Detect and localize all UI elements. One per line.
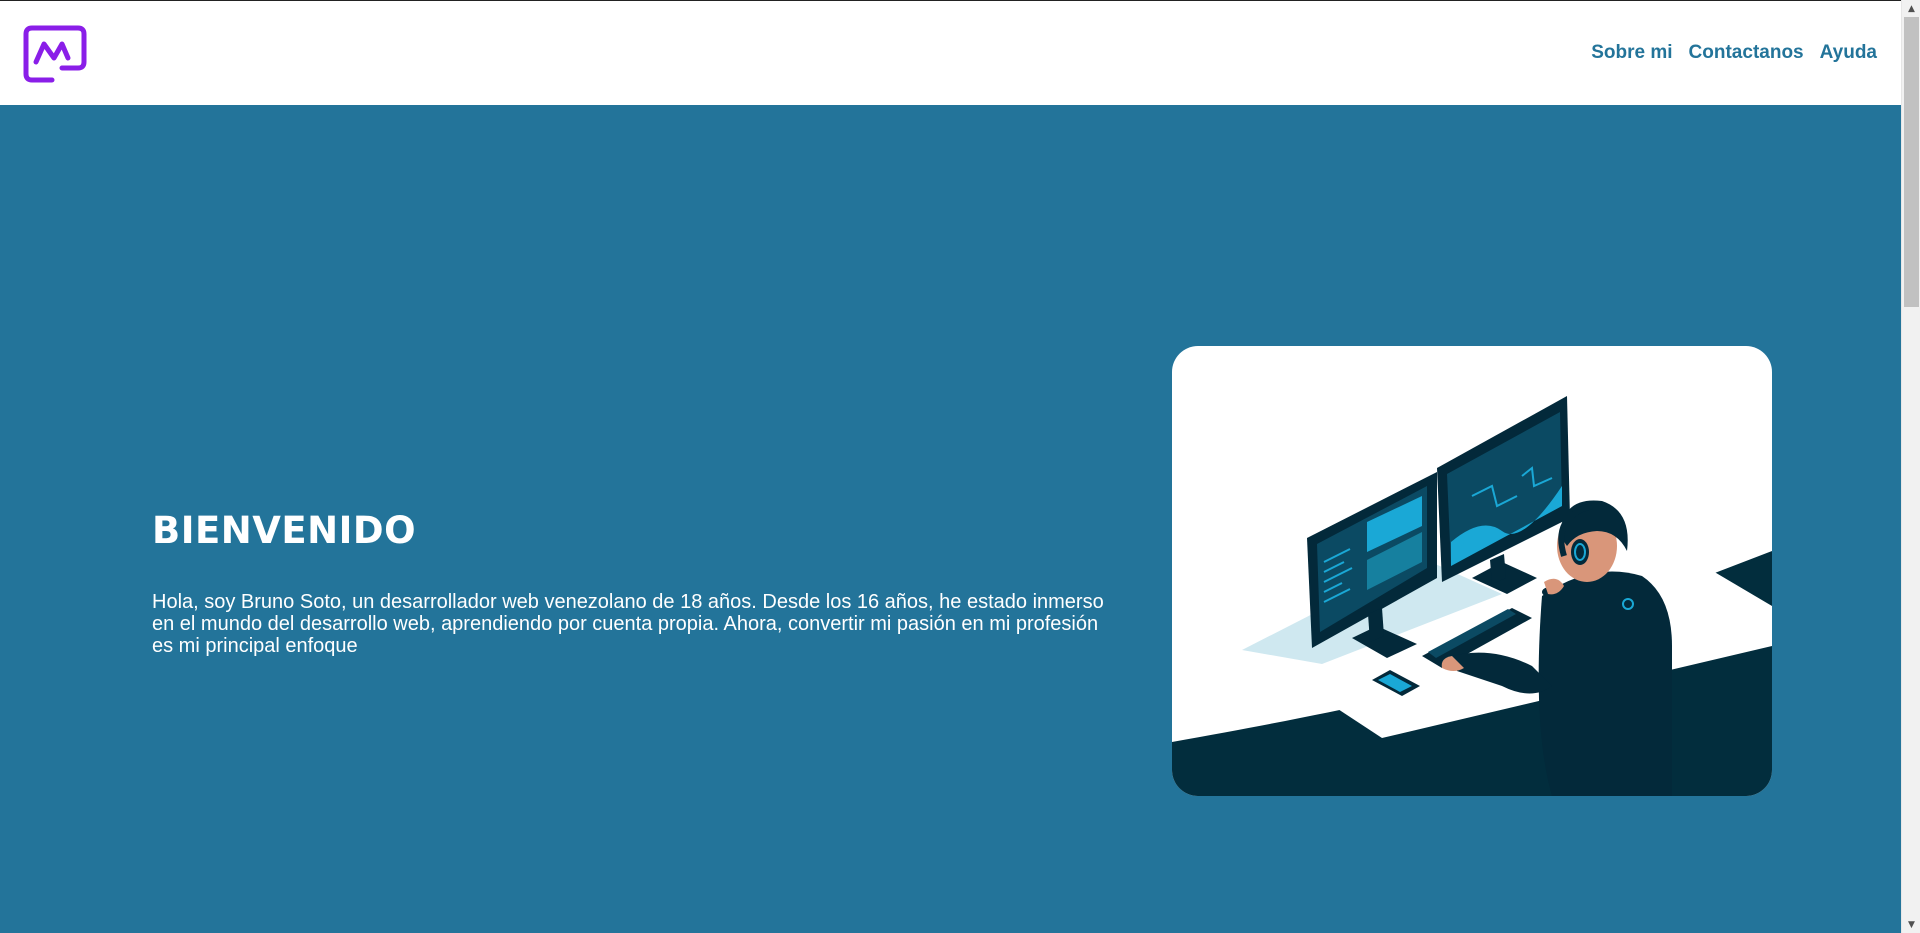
scroll-down-arrow-icon[interactable]: ▼ [1902, 916, 1920, 933]
main-nav: Sobre mi Contactanos Ayuda [1591, 41, 1877, 65]
scroll-up-arrow-icon[interactable]: ▲ [1902, 0, 1920, 17]
nav-link-contactanos[interactable]: Contactanos [1689, 41, 1804, 65]
hero-description: Hola, soy Bruno Soto, un desarrollador w… [152, 591, 1104, 657]
nav-link-ayuda[interactable]: Ayuda [1820, 41, 1877, 65]
hero-title: BIENVENIDO [152, 509, 417, 552]
page: Sobre mi Contactanos Ayuda BIENVENIDO Ho… [0, 0, 1920, 933]
scrollbar-thumb[interactable] [1904, 17, 1919, 307]
site-header: Sobre mi Contactanos Ayuda [0, 0, 1901, 105]
developer-at-desk-illustration [1172, 346, 1772, 796]
brand-logo-icon[interactable] [22, 24, 88, 84]
hero-section: BIENVENIDO Hola, soy Bruno Soto, un desa… [0, 105, 1901, 933]
nav-link-sobre-mi[interactable]: Sobre mi [1591, 41, 1672, 65]
vertical-scrollbar[interactable]: ▲ ▼ [1901, 0, 1920, 933]
